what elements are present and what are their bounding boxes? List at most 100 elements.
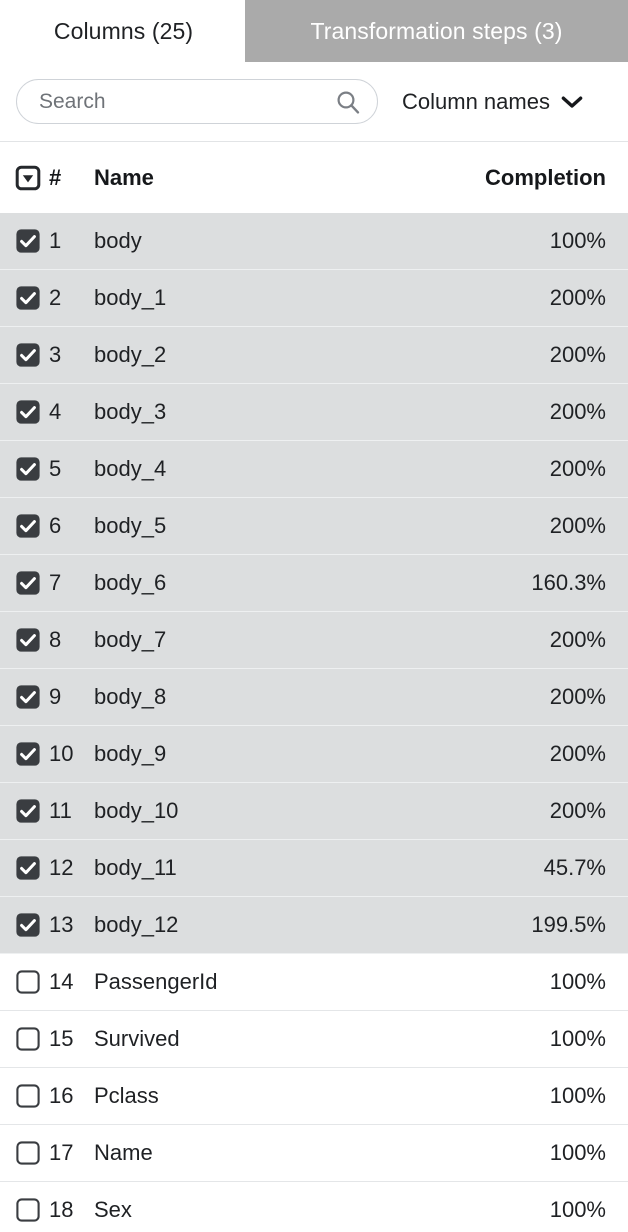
row-checkbox-cell[interactable] xyxy=(0,399,46,425)
table-row[interactable]: 9 body_8 200% xyxy=(0,669,628,726)
search-box[interactable] xyxy=(16,79,378,124)
row-column-name: body_5 xyxy=(94,513,167,538)
select-all-dropdown-icon[interactable] xyxy=(15,165,41,191)
table-row[interactable]: 16 Pclass 100% xyxy=(0,1068,628,1125)
row-checkbox-cell[interactable] xyxy=(0,798,46,824)
checkbox-unchecked-icon[interactable] xyxy=(15,969,41,995)
row-checkbox-cell[interactable] xyxy=(0,570,46,596)
row-column-name: Survived xyxy=(94,1026,180,1051)
table-row[interactable]: 6 body_5 200% xyxy=(0,498,628,555)
row-number: 2 xyxy=(49,285,62,310)
table-row[interactable]: 15 Survived 100% xyxy=(0,1011,628,1068)
toolbar: Column names xyxy=(0,62,628,142)
row-completion: 100% xyxy=(549,228,606,253)
tab-transformation-steps[interactable]: Transformation steps (3) xyxy=(245,0,628,62)
column-names-dropdown[interactable]: Column names xyxy=(402,89,583,115)
row-checkbox-cell[interactable] xyxy=(0,741,46,767)
checkbox-checked-icon[interactable] xyxy=(15,627,41,653)
row-number: 3 xyxy=(49,342,62,367)
row-checkbox-cell[interactable] xyxy=(0,1026,46,1052)
row-number: 5 xyxy=(49,456,62,481)
table-row[interactable]: 14 PassengerId 100% xyxy=(0,954,628,1011)
row-checkbox-cell[interactable] xyxy=(0,342,46,368)
table-row[interactable]: 17 Name 100% xyxy=(0,1125,628,1182)
row-completion: 100% xyxy=(549,1026,606,1051)
row-number: 10 xyxy=(49,741,74,766)
row-checkbox-cell[interactable] xyxy=(0,855,46,881)
table-row[interactable]: 11 body_10 200% xyxy=(0,783,628,840)
row-number: 12 xyxy=(49,855,74,880)
row-column-name: body_6 xyxy=(94,570,167,595)
row-completion: 100% xyxy=(549,1197,606,1222)
row-number: 14 xyxy=(49,969,74,994)
search-input[interactable] xyxy=(39,89,329,114)
row-checkbox-cell[interactable] xyxy=(0,1083,46,1109)
checkbox-unchecked-icon[interactable] xyxy=(15,1197,41,1223)
table-row[interactable]: 5 body_4 200% xyxy=(0,441,628,498)
row-number: 15 xyxy=(49,1026,74,1051)
table-row[interactable]: 1 body 100% xyxy=(0,213,628,270)
row-completion: 200% xyxy=(549,342,606,367)
table-row[interactable]: 13 body_12 199.5% xyxy=(0,897,628,954)
header-number[interactable]: # xyxy=(46,165,94,191)
select-all-cell[interactable] xyxy=(0,165,46,191)
row-checkbox-cell[interactable] xyxy=(0,228,46,254)
header-name[interactable]: Name xyxy=(94,165,485,191)
checkbox-checked-icon[interactable] xyxy=(15,798,41,824)
tab-columns[interactable]: Columns (25) xyxy=(0,0,245,62)
row-checkbox-cell[interactable] xyxy=(0,1140,46,1166)
row-checkbox-cell[interactable] xyxy=(0,1197,46,1223)
row-number: 11 xyxy=(49,798,72,823)
table-row[interactable]: 12 body_11 45.7% xyxy=(0,840,628,897)
checkbox-unchecked-icon[interactable] xyxy=(15,1140,41,1166)
row-checkbox-cell[interactable] xyxy=(0,285,46,311)
table-row[interactable]: 10 body_9 200% xyxy=(0,726,628,783)
checkbox-checked-icon[interactable] xyxy=(15,342,41,368)
table-row[interactable]: 3 body_2 200% xyxy=(0,327,628,384)
tab-transformation-steps-label: Transformation steps (3) xyxy=(310,17,563,44)
checkbox-unchecked-icon[interactable] xyxy=(15,1083,41,1109)
row-checkbox-cell[interactable] xyxy=(0,513,46,539)
row-column-name: body_9 xyxy=(94,741,167,766)
row-number: 13 xyxy=(49,912,74,937)
row-number: 1 xyxy=(49,228,62,253)
row-completion: 100% xyxy=(549,969,606,994)
table-row[interactable]: 4 body_3 200% xyxy=(0,384,628,441)
checkbox-checked-icon[interactable] xyxy=(15,912,41,938)
row-completion: 200% xyxy=(549,513,606,538)
row-completion: 200% xyxy=(549,285,606,310)
row-completion: 200% xyxy=(549,741,606,766)
row-column-name: body_8 xyxy=(94,684,167,709)
checkbox-checked-icon[interactable] xyxy=(15,684,41,710)
row-completion: 100% xyxy=(549,1140,606,1165)
checkbox-checked-icon[interactable] xyxy=(15,513,41,539)
row-checkbox-cell[interactable] xyxy=(0,912,46,938)
checkbox-checked-icon[interactable] xyxy=(15,741,41,767)
table-row[interactable]: 18 Sex 100% xyxy=(0,1182,628,1232)
row-column-name: body_11 xyxy=(94,855,177,880)
row-checkbox-cell[interactable] xyxy=(0,456,46,482)
search-icon[interactable] xyxy=(335,89,361,115)
row-column-name: body_12 xyxy=(94,912,179,937)
chevron-down-icon[interactable] xyxy=(561,95,583,109)
row-completion: 200% xyxy=(549,684,606,709)
row-checkbox-cell[interactable] xyxy=(0,627,46,653)
checkbox-checked-icon[interactable] xyxy=(15,285,41,311)
row-completion: 200% xyxy=(549,456,606,481)
checkbox-checked-icon[interactable] xyxy=(15,399,41,425)
checkbox-checked-icon[interactable] xyxy=(15,570,41,596)
row-checkbox-cell[interactable] xyxy=(0,684,46,710)
table-row[interactable]: 2 body_1 200% xyxy=(0,270,628,327)
checkbox-checked-icon[interactable] xyxy=(15,456,41,482)
table-row[interactable]: 7 body_6 160.3% xyxy=(0,555,628,612)
row-completion: 160.3% xyxy=(531,570,606,595)
column-list-panel: Columns (25) Transformation steps (3) Co… xyxy=(0,0,628,1232)
table-row[interactable]: 8 body_7 200% xyxy=(0,612,628,669)
row-checkbox-cell[interactable] xyxy=(0,969,46,995)
checkbox-unchecked-icon[interactable] xyxy=(15,1026,41,1052)
checkbox-checked-icon[interactable] xyxy=(15,855,41,881)
row-number: 8 xyxy=(49,627,62,652)
row-number: 18 xyxy=(49,1197,74,1222)
header-completion[interactable]: Completion xyxy=(485,165,606,191)
checkbox-checked-icon[interactable] xyxy=(15,228,41,254)
